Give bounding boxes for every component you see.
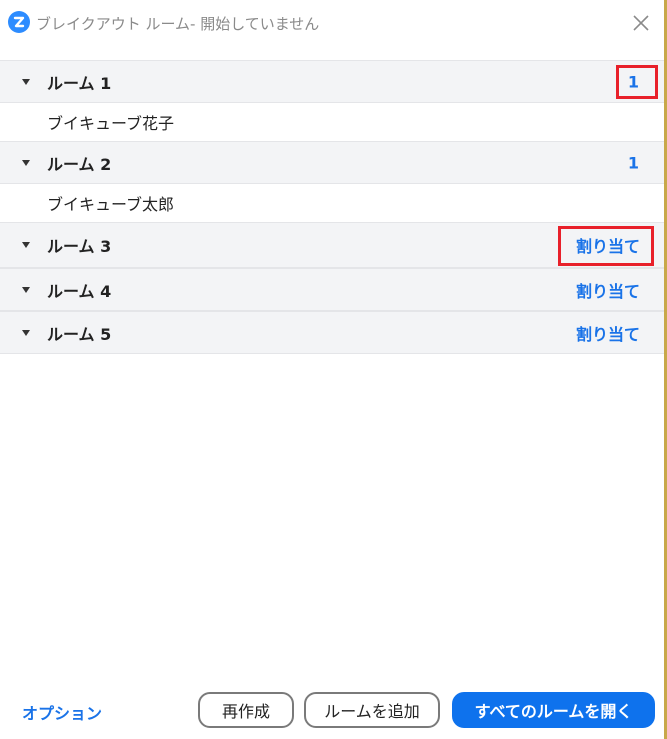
participant-row[interactable]: ブイキューブ花子 (0, 103, 664, 141)
assign-link[interactable]: 割り当て (576, 321, 640, 345)
footer: オプション 再作成 ルームを追加 すべてのルームを開く (0, 688, 664, 734)
room-header-1[interactable]: ルーム 1 1 (0, 60, 664, 103)
room-name: ルーム 5 (47, 324, 112, 344)
options-link[interactable]: オプション (22, 700, 102, 724)
assign-link[interactable]: 割り当て (576, 278, 640, 302)
caret-down-icon[interactable] (22, 286, 30, 293)
room-header-2[interactable]: ルーム 2 1 (0, 141, 664, 184)
breakout-rooms-window: ブレイクアウト ルーム- 開始していません ルーム 1 1 ブイキューブ花子 ル… (0, 0, 664, 739)
close-icon[interactable] (630, 12, 652, 34)
room-header-4[interactable]: ルーム 4 割り当て (0, 268, 664, 311)
caret-down-icon[interactable] (22, 329, 30, 336)
room-name: ルーム 1 (47, 73, 112, 93)
highlight-box (558, 226, 654, 266)
participant-row[interactable]: ブイキューブ太郎 (0, 184, 664, 222)
caret-down-icon[interactable] (22, 242, 30, 248)
participant-name: ブイキューブ太郎 (47, 195, 175, 214)
title-bar: ブレイクアウト ルーム- 開始していません (0, 0, 664, 48)
room-participant-count[interactable]: 1 (628, 153, 639, 172)
room-header-5[interactable]: ルーム 5 割り当て (0, 311, 664, 354)
window-title: ブレイクアウト ルーム- 開始していません (36, 15, 320, 33)
open-all-rooms-button[interactable]: すべてのルームを開く (452, 692, 655, 728)
recreate-button[interactable]: 再作成 (198, 692, 294, 728)
room-header-3[interactable]: ルーム 3 割り当て (0, 222, 664, 268)
room-name: ルーム 2 (47, 154, 112, 174)
participant-name: ブイキューブ花子 (47, 114, 175, 133)
room-name: ルーム 4 (47, 281, 112, 301)
highlight-box (616, 65, 658, 99)
room-list: ルーム 1 1 ブイキューブ花子 ルーム 2 1 ブイキューブ太郎 ルーム 3 … (0, 60, 664, 354)
caret-down-icon[interactable] (22, 78, 30, 85)
caret-down-icon[interactable] (22, 159, 30, 166)
zoom-logo-icon (8, 11, 30, 33)
room-name: ルーム 3 (47, 237, 112, 256)
add-room-button[interactable]: ルームを追加 (304, 692, 440, 728)
